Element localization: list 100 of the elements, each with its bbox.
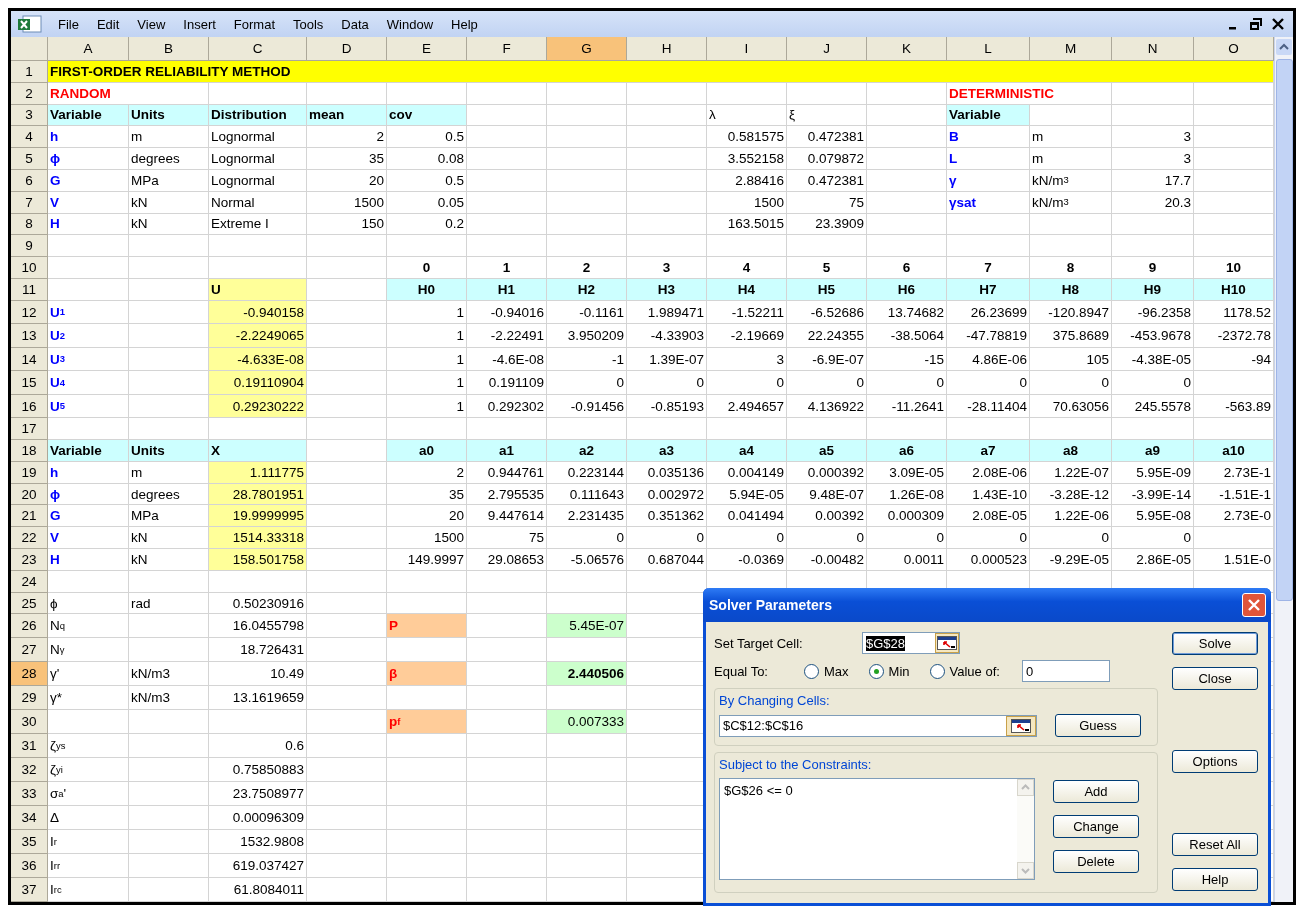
row-number[interactable]: 10 [11, 257, 48, 279]
row-number[interactable]: 17 [11, 418, 48, 441]
radio-option[interactable]: Min [868, 663, 910, 679]
scrollbar[interactable] [1274, 37, 1293, 903]
row-number[interactable]: 28 [11, 662, 48, 687]
row-number[interactable]: 1 [11, 61, 48, 83]
column-header[interactable]: A [48, 37, 129, 61]
constraint-button[interactable]: Change [1053, 815, 1139, 838]
column-header[interactable]: D [307, 37, 387, 61]
row-number[interactable]: 33 [11, 782, 48, 807]
scroll-up-icon[interactable] [1276, 39, 1292, 55]
column-header[interactable]: I [707, 37, 787, 61]
radio-option[interactable]: Value of: [929, 663, 1000, 679]
table-cell: 10.49 [209, 662, 307, 687]
menu-item[interactable]: Tools [284, 14, 333, 34]
spreadsheet-app-icon[interactable] [17, 14, 43, 34]
column-header[interactable]: L [947, 37, 1030, 61]
range-button[interactable] [1006, 715, 1036, 736]
table-cell: 29.08653 [467, 549, 547, 571]
constraint-button[interactable]: Delete [1053, 850, 1139, 873]
column-header[interactable]: E [387, 37, 467, 61]
column-header[interactable]: N [1112, 37, 1194, 61]
table-cell: rad [129, 592, 209, 615]
row-number[interactable]: 25 [11, 592, 48, 615]
constraint-item[interactable]: $G$26 <= 0 [724, 783, 1013, 798]
row-number[interactable]: 36 [11, 854, 48, 879]
menu-item[interactable]: Edit [87, 14, 129, 34]
column-header[interactable]: H [627, 37, 707, 61]
table-cell: -5.06576 [547, 549, 627, 571]
column-header[interactable]: F [467, 37, 547, 61]
menu-item[interactable]: Window [377, 14, 443, 34]
row-number[interactable]: 23 [11, 549, 48, 571]
column-header[interactable]: C [209, 37, 307, 61]
row-number[interactable]: 34 [11, 806, 48, 831]
table-cell: -11.2641 [867, 394, 947, 419]
row-number[interactable]: 21 [11, 505, 48, 528]
menu-item[interactable]: Insert [174, 14, 225, 34]
column-header[interactable]: M [1030, 37, 1112, 61]
row-number[interactable]: 24 [11, 570, 48, 593]
dialog-button[interactable]: Close [1172, 667, 1258, 690]
menu-item[interactable]: View [128, 14, 175, 34]
radio-option[interactable]: Max [804, 663, 849, 679]
row-number[interactable]: 11 [11, 278, 48, 301]
table-cell: 9 [1112, 257, 1194, 279]
column-header[interactable]: O [1194, 37, 1274, 61]
close-button[interactable] [1242, 593, 1266, 617]
row-number[interactable]: 6 [11, 170, 48, 192]
constraints-list[interactable]: $G$26 <= 0 [719, 778, 1035, 880]
row-number[interactable]: 3 [11, 104, 48, 127]
dialog-button[interactable]: Reset All [1172, 833, 1258, 856]
menu-item[interactable]: Format [224, 14, 284, 34]
row-number[interactable]: 18 [11, 440, 48, 462]
constraint-button[interactable]: Add [1053, 780, 1139, 803]
table-cell: degrees [129, 148, 209, 170]
row-number[interactable]: 30 [11, 710, 48, 735]
row-number[interactable]: 4 [11, 126, 48, 149]
table-cell: 1 [387, 324, 467, 348]
menu-item[interactable]: File [49, 14, 88, 34]
row-number[interactable]: 9 [11, 235, 48, 258]
range-button[interactable] [935, 633, 959, 653]
row-number[interactable]: 27 [11, 638, 48, 663]
guess-button[interactable]: Guess [1055, 714, 1141, 737]
row-number[interactable]: 13 [11, 324, 48, 348]
target-cell-field[interactable]: $G$28 [862, 632, 960, 654]
table-cell: a4 [707, 440, 787, 462]
table-cell: MPa [129, 170, 209, 192]
row-number[interactable]: 7 [11, 191, 48, 214]
row-number[interactable]: 35 [11, 830, 48, 855]
dialog-button[interactable]: Help [1172, 868, 1258, 891]
changing-cells-field[interactable]: $C$12:$C$16 [719, 714, 1037, 737]
row-number[interactable]: 20 [11, 483, 48, 506]
row-number[interactable]: 15 [11, 371, 48, 395]
row-number[interactable]: 31 [11, 734, 48, 759]
row-number[interactable]: 12 [11, 300, 48, 325]
dialog-button[interactable]: Solve [1172, 632, 1258, 655]
table-cell: 1.22E-07 [1030, 461, 1112, 484]
row-number[interactable]: 8 [11, 213, 48, 236]
dialog-button[interactable]: Options [1172, 750, 1258, 773]
menu-item[interactable]: Help [442, 14, 487, 34]
close-icon[interactable] [1271, 17, 1285, 31]
row-number[interactable]: 29 [11, 686, 48, 711]
row-number[interactable]: 5 [11, 148, 48, 170]
row-number[interactable]: 14 [11, 347, 48, 372]
column-header[interactable]: K [867, 37, 947, 61]
row-number[interactable]: 22 [11, 527, 48, 550]
row-number[interactable]: 2 [11, 82, 48, 105]
row-number[interactable]: 19 [11, 461, 48, 484]
column-header[interactable]: G [547, 37, 627, 61]
row-number[interactable]: 26 [11, 614, 48, 639]
menu-item[interactable]: Data [332, 14, 378, 34]
column-header[interactable]: B [129, 37, 209, 61]
column-header[interactable]: J [787, 37, 867, 61]
table-cell: 0.292302 [467, 394, 547, 419]
restore-icon[interactable] [1249, 17, 1263, 31]
row-number[interactable]: 16 [11, 394, 48, 419]
table-cell: 13.74682 [867, 300, 947, 325]
value-field[interactable]: 0 [1021, 660, 1110, 682]
row-number[interactable]: 32 [11, 758, 48, 783]
table-cell: -0.940158 [209, 300, 307, 325]
row-number[interactable]: 37 [11, 878, 48, 903]
